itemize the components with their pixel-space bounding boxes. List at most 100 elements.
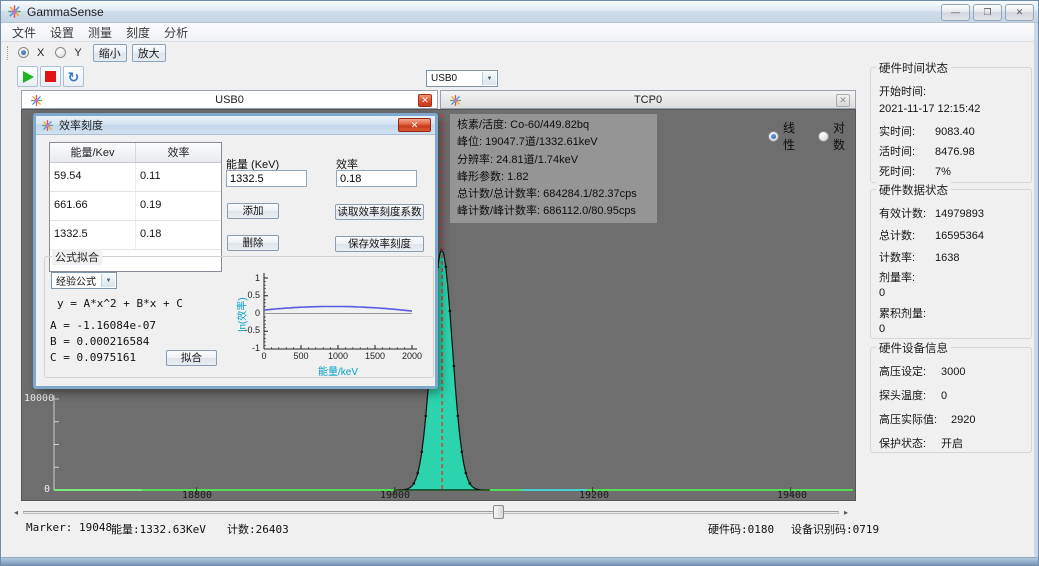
spectrum-tab-icon	[449, 94, 462, 107]
x-tick-label: 19400	[777, 490, 807, 501]
axis-y-radio[interactable]	[55, 47, 66, 58]
window-frame-right	[1034, 23, 1038, 557]
menu-item-calibration[interactable]: 刻度	[119, 23, 157, 42]
formula-combo-value: 经验公式	[56, 273, 96, 288]
fit-x-tick-label: 1500	[365, 351, 385, 361]
tab-usb0[interactable]: USB0 ✕	[21, 90, 438, 109]
linear-scale-radio[interactable]	[768, 131, 779, 142]
x-tick-label: 18800	[182, 490, 212, 501]
real-time-row: 实时间:9083.40	[879, 123, 975, 139]
zoom-in-button[interactable]: 放大	[132, 44, 166, 62]
log-scale-radio[interactable]	[818, 131, 829, 142]
slider-track[interactable]	[23, 511, 839, 514]
delete-button[interactable]: 删除	[227, 235, 279, 251]
fit-x-tick-label: 0	[261, 351, 266, 361]
status-device-id: 设备识别码:0719	[791, 521, 879, 537]
live-time-row: 活时间:8476.98	[879, 143, 975, 159]
status-marker: Marker: 19048	[26, 521, 112, 534]
y-tick-label: 0	[24, 484, 50, 495]
start-time-value: 2021-11-17 12:15:42	[879, 103, 980, 115]
coefficient-b: B = 0.000216584	[50, 335, 149, 348]
energy-input[interactable]	[226, 170, 307, 187]
h-slider[interactable]: ◂ ▸	[13, 505, 849, 519]
dialog-titlebar[interactable]: 效率刻度	[36, 116, 435, 135]
tab-bar: USB0 ✕ TCP0 ✕	[21, 90, 856, 109]
info-nuclide: 核素/活度: Co-60/449.82bq	[457, 117, 650, 134]
chevron-down-icon[interactable]: ▼	[101, 274, 115, 287]
toolbar-grip[interactable]	[7, 46, 9, 60]
status-hardware-code: 硬件码:0180	[708, 521, 774, 537]
fit-y-tick-label: -1	[234, 343, 260, 353]
scale-radio-group: 线性 对数	[768, 119, 855, 153]
stop-button[interactable]	[40, 66, 61, 87]
fit-x-tick-label: 500	[293, 351, 308, 361]
formula-text: y = A*x^2 + B*x + C	[57, 297, 183, 310]
table-row[interactable]: 1332.50.18	[50, 221, 221, 250]
dose-rate-value: 0	[879, 287, 885, 299]
total-counts-row: 总计数:16595364	[879, 227, 984, 243]
x-tick-label: 19000	[380, 490, 410, 501]
dose-rate-label: 剂量率:	[879, 269, 929, 285]
start-button[interactable]	[17, 66, 38, 87]
axis-x-radio[interactable]	[18, 47, 29, 58]
minimize-button[interactable]: —	[941, 4, 970, 21]
efficiency-input[interactable]	[336, 170, 417, 187]
group-hardware-data-title: 硬件数据状态	[876, 182, 951, 198]
info-peak-counts: 峰计数/峰计数率: 686112.0/80.95cps	[457, 203, 650, 220]
coefficient-c: C = 0.0975161	[50, 351, 136, 364]
dialog-close-button[interactable]: ✕	[398, 118, 431, 132]
menu-item-analysis[interactable]: 分析	[157, 23, 195, 42]
linear-scale-label: 线性	[783, 119, 805, 153]
fit-button[interactable]: 拟合	[166, 350, 217, 366]
protect-status-row: 保护状态:开启	[879, 435, 963, 451]
fit-y-tick-label: 1	[234, 273, 260, 283]
spectrum-tab-icon	[30, 94, 43, 107]
close-button[interactable]: ✕	[1005, 4, 1034, 21]
valid-counts-row: 有效计数:14979893	[879, 205, 984, 221]
table-row[interactable]: 661.660.19	[50, 192, 221, 221]
menu-item-measure[interactable]: 测量	[81, 23, 119, 42]
hv-actual-row: 高压实际值:2920	[879, 411, 975, 427]
axis-x-label: X	[37, 47, 44, 59]
save-calibration-button[interactable]: 保存效率刻度	[335, 236, 424, 252]
refresh-icon: ↻	[68, 70, 80, 84]
slider-left-arrow-icon[interactable]: ◂	[14, 508, 18, 517]
fit-xlabel: 能量/keV	[318, 363, 358, 378]
menu-bar: 文件 设置 测量 刻度 分析	[1, 23, 1038, 42]
read-coefficients-button[interactable]: 读取效率刻度系数	[335, 204, 424, 220]
window-frame-bottom	[1, 557, 1038, 565]
tab-tcp0-close-icon[interactable]: ✕	[836, 94, 850, 107]
fit-x-tick-label: 2000	[402, 351, 422, 361]
y-tick-label: 10000	[24, 393, 50, 404]
tab-usb0-close-icon[interactable]: ✕	[418, 94, 432, 107]
tab-tcp0[interactable]: TCP0 ✕	[440, 90, 856, 109]
group-hardware-device-title: 硬件设备信息	[876, 340, 951, 356]
formula-fit-title: 公式拟合	[52, 249, 102, 265]
menu-item-file[interactable]: 文件	[5, 23, 43, 42]
spectrum-info-overlay: 核素/活度: Co-60/449.82bq 峰位: 19047.7道/1332.…	[450, 114, 657, 223]
zoom-out-button[interactable]: 缩小	[93, 44, 127, 62]
slider-right-arrow-icon[interactable]: ▸	[844, 508, 848, 517]
dialog-title: 效率刻度	[59, 117, 103, 133]
chevron-down-icon[interactable]: ▼	[482, 72, 496, 85]
table-row[interactable]: 59.540.11	[50, 163, 221, 192]
device-combo[interactable]: USB0 ▼	[426, 70, 498, 87]
formula-combo[interactable]: 经验公式 ▼	[51, 272, 117, 289]
stop-icon	[45, 71, 56, 82]
main-window: GammaSense — ❐ ✕ 文件 设置 测量 刻度 分析 X Y 缩小 放…	[0, 0, 1039, 566]
count-rate-row: 计数率:1638	[879, 249, 959, 265]
fit-ylabel: ln(效率)	[234, 287, 249, 343]
group-hardware-time-title: 硬件时间状态	[876, 60, 951, 76]
dialog-efficiency-calibration: 效率刻度 ✕ 能量/Kev 效率 59.540.11 661.660.19 13…	[33, 113, 438, 389]
maximize-button[interactable]: ❐	[973, 4, 1002, 21]
info-peak-position: 峰位: 19047.7道/1332.61keV	[457, 134, 650, 151]
refresh-button[interactable]: ↻	[63, 66, 84, 87]
dead-time-row: 死时间:7%	[879, 163, 951, 179]
slider-thumb[interactable]	[493, 505, 504, 519]
play-icon	[23, 71, 34, 83]
add-button[interactable]: 添加	[227, 203, 279, 219]
tab-tcp0-label: TCP0	[634, 94, 662, 106]
accumulated-dose-label: 累积剂量:	[879, 305, 929, 321]
menu-item-settings[interactable]: 设置	[43, 23, 81, 42]
accumulated-dose-value: 0	[879, 323, 885, 335]
